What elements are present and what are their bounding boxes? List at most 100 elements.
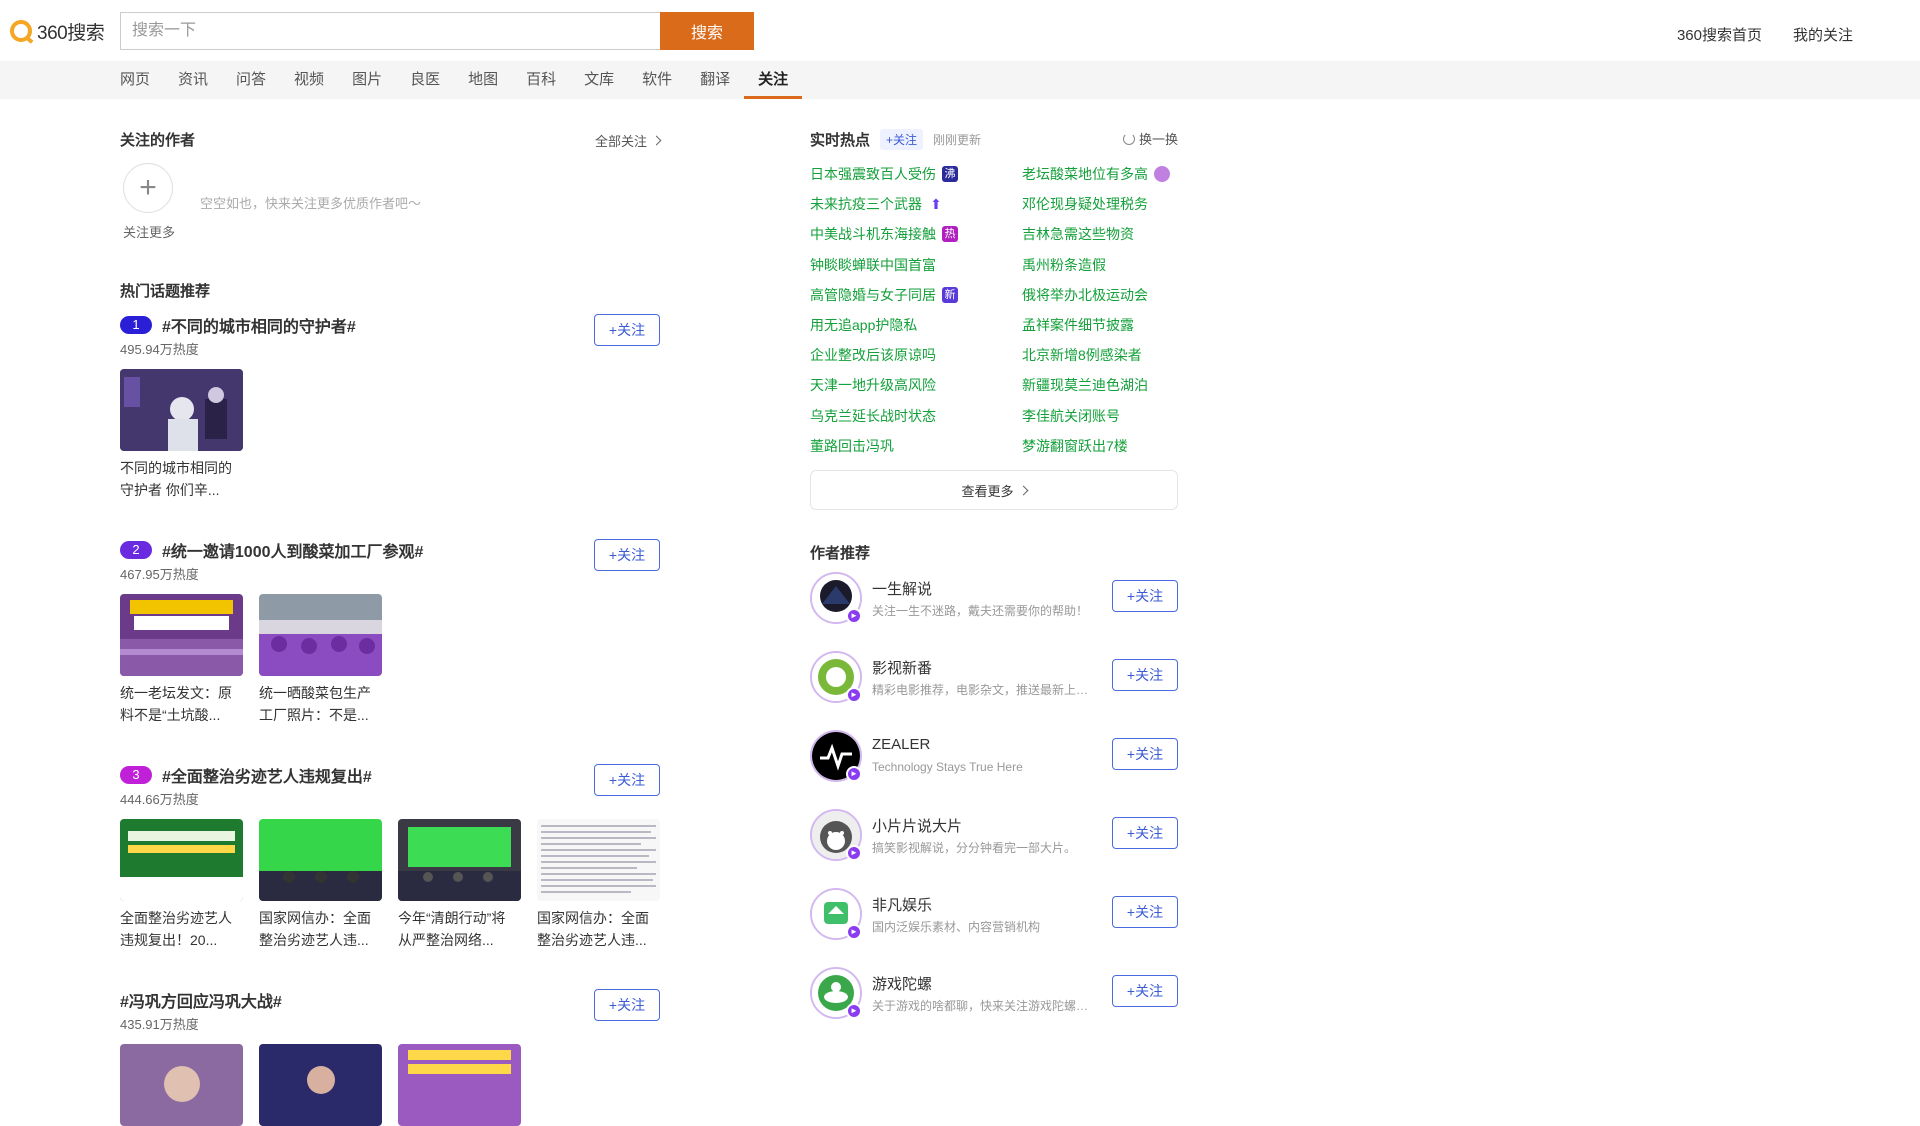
topic-title[interactable]: #不同的城市相同的守护者# xyxy=(162,313,356,337)
article-card[interactable]: 全面整治劣迹艺人违规复出！20... xyxy=(120,819,243,951)
tab-video[interactable]: 视频 xyxy=(294,61,324,99)
author-item: ► 小片片说大片 搞笑影视解说，分分钟看完一部大片。 +关注 xyxy=(810,809,1178,869)
add-author-button[interactable]: + xyxy=(123,163,173,213)
tab-images[interactable]: 图片 xyxy=(352,61,382,99)
hot-item[interactable]: 用无追app护隐私 xyxy=(810,310,1010,340)
follow-topic-button[interactable]: +关注 xyxy=(594,539,660,571)
hot-item[interactable]: 中美战斗机东海接触热 xyxy=(810,219,1010,249)
hot-item[interactable]: 企业整改后该原谅吗 xyxy=(810,340,1010,370)
article-card[interactable] xyxy=(259,1044,382,1126)
realtime-hot-title: 实时热点 xyxy=(810,132,871,149)
follow-topic-button[interactable]: +关注 xyxy=(594,314,660,346)
all-follow-link[interactable]: 全部关注 xyxy=(594,131,662,150)
new-badge: 新 xyxy=(942,286,958,303)
topic-title[interactable]: #全面整治劣迹艺人违规复出# xyxy=(162,763,372,787)
hot-item[interactable]: 新疆现莫兰迪色湖泊 xyxy=(1022,370,1222,400)
hot-item[interactable]: 邓伦现身疑处理税务 xyxy=(1022,189,1222,219)
home-link[interactable]: 360搜索首页 xyxy=(1677,24,1762,45)
tab-software[interactable]: 软件 xyxy=(642,61,672,99)
hot-item[interactable]: 北京新增8例感染者 xyxy=(1022,340,1222,370)
hot-item-text: 梦游翻窗跃出7楼 xyxy=(1022,437,1128,454)
article-card[interactable] xyxy=(398,1044,521,1126)
hot-item[interactable]: 钟睒睒蝉联中国首富 xyxy=(810,250,1010,280)
tab-map[interactable]: 地图 xyxy=(468,61,498,99)
article-card[interactable]: 国家网信办：全面整治劣迹艺人违... xyxy=(537,819,660,951)
hot-item[interactable]: 高管隐婚与女子同居新 xyxy=(810,280,1010,310)
author-name[interactable]: ZEALER xyxy=(872,736,930,753)
article-card[interactable] xyxy=(120,1044,243,1126)
hot-item-text: 钟睒睒蝉联中国首富 xyxy=(810,256,936,273)
author-name[interactable]: 小片片说大片 xyxy=(872,815,962,836)
article-card[interactable]: 今年“清朗行动”将从严整治网络... xyxy=(398,819,521,951)
all-follow-label: 全部关注 xyxy=(594,134,647,149)
updated-text: 刚刚更新 xyxy=(933,133,982,147)
follow-author-button[interactable]: +关注 xyxy=(1112,896,1178,928)
article-caption: 全面整治劣迹艺人违规复出！20... xyxy=(120,910,232,948)
tab-wenku[interactable]: 文库 xyxy=(584,61,614,99)
tab-news[interactable]: 资讯 xyxy=(178,61,208,99)
topic-head: 3 #全面整治劣迹艺人违规复出# xyxy=(120,764,660,786)
boil-badge: 沸 xyxy=(942,166,958,183)
author-name[interactable]: 一生解说 xyxy=(872,578,932,599)
verified-icon: ► xyxy=(846,924,862,940)
topic-thumbs xyxy=(120,1044,660,1126)
topic-title[interactable]: #冯巩方回应冯巩大战# xyxy=(120,988,282,1012)
article-thumbnail xyxy=(120,369,243,451)
author-name[interactable]: 游戏陀螺 xyxy=(872,973,932,994)
follow-author-button[interactable]: +关注 xyxy=(1112,659,1178,691)
follow-topic-button[interactable]: +关注 xyxy=(594,989,660,1021)
topic-thumbs: 全面整治劣迹艺人违规复出！20... 国家网信办：全面整治劣迹艺人违... 今年… xyxy=(120,819,660,951)
hot-item[interactable]: 俄将举办北极运动会 xyxy=(1022,280,1222,310)
refresh-button[interactable]: 换一换 xyxy=(1122,129,1178,148)
tab-baike[interactable]: 百科 xyxy=(526,61,556,99)
topic-heat: 444.66万热度 xyxy=(120,792,199,807)
hot-item[interactable]: 吉林急需这些物资 xyxy=(1022,219,1222,249)
arrow-up-icon: ⬆ xyxy=(930,196,942,213)
search-button[interactable]: 搜索 xyxy=(660,12,754,50)
tab-web[interactable]: 网页 xyxy=(120,61,150,99)
article-caption: 今年“清朗行动”将从严整治网络... xyxy=(398,910,506,948)
my-follow-link[interactable]: 我的关注 xyxy=(1793,24,1853,45)
author-name[interactable]: 非凡娱乐 xyxy=(872,894,932,915)
nav-tabs: 网页 资讯 问答 视频 图片 良医 地图 百科 文库 软件 翻译 关注 xyxy=(120,61,816,99)
logo-text: 360搜索 xyxy=(37,22,105,44)
logo[interactable]: 360搜索 xyxy=(10,19,105,44)
hot-item[interactable]: 乌克兰延长战时状态 xyxy=(810,401,1010,431)
article-card[interactable]: 不同的城市相同的守护者 你们辛... xyxy=(120,369,243,501)
hot-item-text: 高管隐婚与女子同居 xyxy=(810,286,936,303)
article-card[interactable]: 统一晒酸菜包生产工厂照片：不是... xyxy=(259,594,382,726)
tab-doctor[interactable]: 良医 xyxy=(410,61,440,99)
hot-item-text: 北京新增8例感染者 xyxy=(1022,347,1142,364)
view-more-button[interactable]: 查看更多 xyxy=(810,470,1178,510)
follow-author-button[interactable]: +关注 xyxy=(1112,580,1178,612)
hot-item[interactable]: 天津一地升级高风险 xyxy=(810,370,1010,400)
tab-follow[interactable]: 关注 xyxy=(744,61,803,99)
tab-translate[interactable]: 翻译 xyxy=(700,61,730,99)
tab-qa[interactable]: 问答 xyxy=(236,61,266,99)
hot-item[interactable]: 李佳航关闭账号 xyxy=(1022,401,1222,431)
search-input[interactable] xyxy=(121,13,660,49)
author-desc: 搞笑影视解说，分分钟看完一部大片。 xyxy=(872,841,1077,855)
article-thumbnail xyxy=(398,1044,521,1126)
hot-item[interactable]: 老坛酸菜地位有多高 xyxy=(1022,159,1222,189)
follow-author-button[interactable]: +关注 xyxy=(1112,975,1178,1007)
author-name[interactable]: 影视新番 xyxy=(872,657,932,678)
follow-author-button[interactable]: +关注 xyxy=(1112,817,1178,849)
hot-item[interactable]: 未来抗疫三个武器 ⬆ xyxy=(810,189,1010,219)
hot-item[interactable]: 孟祥案件细节披露 xyxy=(1022,310,1222,340)
article-caption: 国家网信办：全面整治劣迹艺人违... xyxy=(259,910,371,948)
article-card[interactable]: 统一老坛发文：原料不是“土坑酸... xyxy=(120,594,243,726)
article-card[interactable]: 国家网信办：全面整治劣迹艺人违... xyxy=(259,819,382,951)
view-more-label: 查看更多 xyxy=(961,483,1014,499)
hot-item[interactable]: 梦游翻窗跃出7楼 xyxy=(1022,431,1222,461)
hot-item[interactable]: 禹州粉条造假 xyxy=(1022,250,1222,280)
rank-badge: 3 xyxy=(120,766,152,784)
follow-hot-tag[interactable]: +关注 xyxy=(880,129,924,150)
hot-item[interactable]: 日本强震致百人受伤沸 xyxy=(810,159,1010,189)
follow-topic-button[interactable]: +关注 xyxy=(594,764,660,796)
hot-item[interactable]: 董路回击冯巩 xyxy=(810,431,1010,461)
hot-item-text: 日本强震致百人受伤 xyxy=(810,166,936,183)
follow-author-button[interactable]: +关注 xyxy=(1112,738,1178,770)
author-item: ► 游戏陀螺 关于游戏的啥都聊，快来关注游戏陀螺吧！ +关注 xyxy=(810,967,1178,1027)
topic-title[interactable]: #统一邀请1000人到酸菜加工厂参观# xyxy=(162,538,423,562)
